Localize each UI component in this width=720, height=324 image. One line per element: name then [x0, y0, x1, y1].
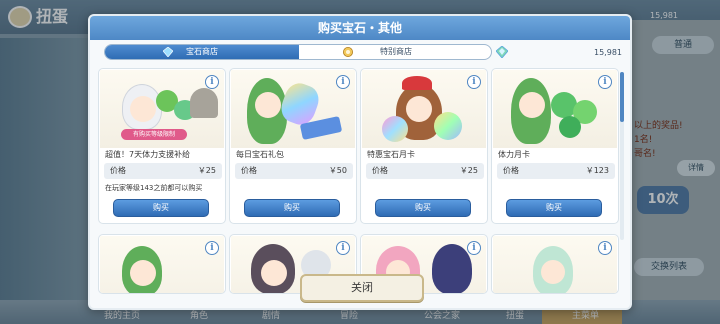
- product-card[interactable]: i 体力月卡 价格 ￥123 购买: [491, 68, 619, 224]
- info-icon[interactable]: i: [598, 241, 612, 255]
- product-title: 超值！7天体力支援补给: [105, 150, 191, 159]
- price-value: ￥25: [197, 166, 216, 175]
- info-icon[interactable]: i: [467, 75, 481, 89]
- info-icon[interactable]: i: [598, 75, 612, 89]
- tab-label: 特别商店: [380, 47, 412, 56]
- gem-shop-dialog: 购买宝石・其他 宝石商店 特别商店 15,981 i 有购买等级限制 超值！7天…: [88, 14, 632, 310]
- price-value: ￥123: [585, 166, 609, 175]
- tab-special-shop[interactable]: 特别商店: [299, 45, 491, 59]
- product-card[interactable]: i: [98, 234, 226, 294]
- info-icon[interactable]: i: [467, 241, 481, 255]
- tab-label: 宝石商店: [186, 47, 218, 56]
- special-shop-icon: [343, 47, 353, 57]
- info-icon[interactable]: i: [336, 75, 350, 89]
- price-label: 价格: [110, 166, 126, 175]
- price-value: ￥50: [328, 166, 347, 175]
- gem-icon: [163, 47, 173, 57]
- buy-button[interactable]: 购买: [113, 199, 209, 217]
- price-row: 价格 ￥123: [497, 163, 615, 179]
- product-title: 体力月卡: [498, 150, 530, 159]
- product-title: 每日宝石礼包: [236, 150, 284, 159]
- gem-balance: 15,981: [594, 48, 622, 57]
- close-button[interactable]: 关闭: [300, 274, 424, 302]
- price-value: ￥25: [459, 166, 478, 175]
- product-card[interactable]: i 有购买等级限制 超值！7天体力支援补给 价格 ￥25 在玩家等级143之前都…: [98, 68, 226, 224]
- scrollbar[interactable]: [620, 72, 624, 240]
- price-row: 价格 ￥50: [235, 163, 353, 179]
- purchase-note: 在玩家等级143之前都可以购买: [105, 184, 203, 192]
- product-card[interactable]: i 每日宝石礼包 价格 ￥50 购买: [229, 68, 357, 224]
- info-icon[interactable]: i: [205, 75, 219, 89]
- dialog-title: 购买宝石・其他: [90, 16, 630, 40]
- price-label: 价格: [241, 166, 257, 175]
- tab-gem-shop[interactable]: 宝石商店: [105, 45, 299, 59]
- buy-button[interactable]: 购买: [506, 199, 602, 217]
- buy-button[interactable]: 购买: [375, 199, 471, 217]
- price-row: 价格 ￥25: [104, 163, 222, 179]
- product-card[interactable]: i: [491, 234, 619, 294]
- info-icon[interactable]: i: [336, 241, 350, 255]
- product-card[interactable]: i 特惠宝石月卡 价格 ￥25 购买: [360, 68, 488, 224]
- purchase-limit-badge: 有购买等级限制: [121, 129, 187, 140]
- price-row: 价格 ￥25: [366, 163, 484, 179]
- buy-button[interactable]: 购买: [244, 199, 340, 217]
- price-label: 价格: [372, 166, 388, 175]
- scrollbar-thumb[interactable]: [620, 72, 624, 122]
- price-label: 价格: [503, 166, 519, 175]
- shop-tabs: 宝石商店 特别商店: [104, 44, 492, 60]
- info-icon[interactable]: i: [205, 241, 219, 255]
- gem-icon: [496, 46, 508, 58]
- product-title: 特惠宝石月卡: [367, 150, 415, 159]
